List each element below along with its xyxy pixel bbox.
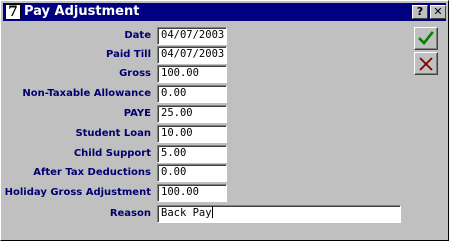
date-field[interactable]: 04/07/2003	[157, 27, 227, 45]
holiday-gross-adjustment-label-box: Holiday Gross Adjustment	[1, 185, 151, 203]
paye-field[interactable]: 25.00	[157, 105, 227, 123]
after-tax-deductions-label: After Tax Deductions	[33, 167, 151, 178]
reason-label-box: Reason	[1, 206, 151, 224]
date-label: Date	[124, 30, 151, 41]
close-button[interactable]: ✕	[430, 5, 446, 19]
gross-field[interactable]: 100.00	[157, 65, 227, 83]
non-taxable-allowance-field[interactable]: 0.00	[157, 85, 227, 103]
title-bar[interactable]: 7 Pay Adjustment ? ✕	[3, 3, 446, 21]
paid-till-field[interactable]: 04/07/2003	[157, 46, 227, 64]
app-icon[interactable]: 7	[5, 4, 21, 20]
gross-label-box: Gross	[1, 66, 151, 84]
paye-label: PAYE	[123, 108, 151, 119]
ok-button[interactable]	[414, 27, 438, 50]
window-title: Pay Adjustment	[24, 4, 140, 19]
help-button[interactable]: ?	[412, 5, 428, 19]
after-tax-deductions-label-box: After Tax Deductions	[1, 165, 151, 183]
after-tax-deductions-field[interactable]: 0.00	[157, 164, 227, 182]
reason-label: Reason	[109, 208, 151, 219]
gross-label: Gross	[119, 68, 151, 79]
paid-till-label: Paid Till	[106, 49, 151, 60]
reason-value: Back Pay	[161, 207, 212, 219]
child-support-label: Child Support	[73, 148, 151, 159]
child-support-label-box: Child Support	[1, 146, 151, 164]
cross-icon	[419, 57, 433, 71]
reason-field[interactable]: Back Pay	[157, 205, 401, 223]
non-taxable-allowance-label: Non-Taxable Allowance	[22, 88, 151, 99]
date-label-box: Date	[1, 28, 151, 46]
paye-label-box: PAYE	[1, 106, 151, 124]
holiday-gross-adjustment-field[interactable]: 100.00	[157, 184, 227, 202]
cancel-button[interactable]	[414, 52, 438, 75]
checkmark-icon	[418, 31, 434, 45]
pay-adjustment-window: 7 Pay Adjustment ? ✕ Date 04/07/2003 Pai…	[0, 0, 449, 241]
non-taxable-allowance-label-box: Non-Taxable Allowance	[1, 86, 151, 104]
holiday-gross-adjustment-label: Holiday Gross Adjustment	[4, 187, 151, 198]
student-loan-label-box: Student Loan	[1, 126, 151, 144]
student-loan-field[interactable]: 10.00	[157, 125, 227, 143]
text-caret	[211, 206, 213, 218]
child-support-field[interactable]: 5.00	[157, 145, 227, 163]
paid-till-label-box: Paid Till	[1, 47, 151, 65]
student-loan-label: Student Loan	[75, 128, 151, 139]
